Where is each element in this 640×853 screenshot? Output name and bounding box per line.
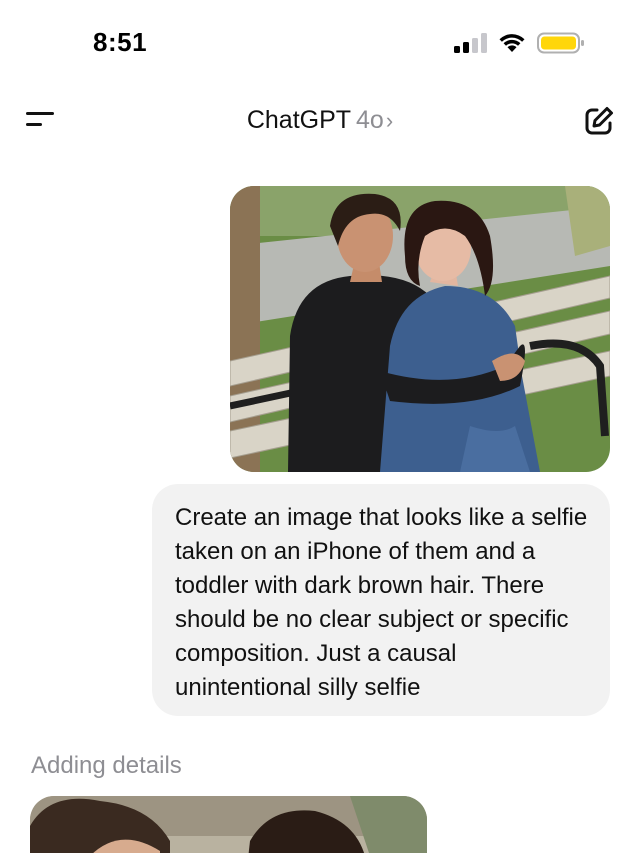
model-name: 4o <box>356 106 384 134</box>
new-chat-button[interactable] <box>582 104 616 138</box>
generated-image-preview[interactable] <box>30 796 427 853</box>
chat-header: ChatGPT 4o› <box>0 96 640 148</box>
status-bar: 8:51 <box>0 0 640 88</box>
user-message-bubble: Create an image that looks like a selfie… <box>152 484 610 716</box>
model-selector[interactable]: ChatGPT 4o› <box>0 106 640 135</box>
cellular-signal-icon <box>454 33 488 53</box>
user-attached-photo[interactable] <box>230 186 610 472</box>
assistant-status-text: Adding details <box>31 752 182 779</box>
app-name: ChatGPT <box>246 106 352 134</box>
status-time: 8:51 <box>93 27 148 57</box>
chevron-right-icon: › <box>385 108 394 133</box>
compose-icon <box>585 107 613 135</box>
user-message-text: Create an image that looks like a selfie… <box>175 504 588 701</box>
wifi-icon <box>499 34 525 52</box>
battery-icon <box>537 32 584 54</box>
